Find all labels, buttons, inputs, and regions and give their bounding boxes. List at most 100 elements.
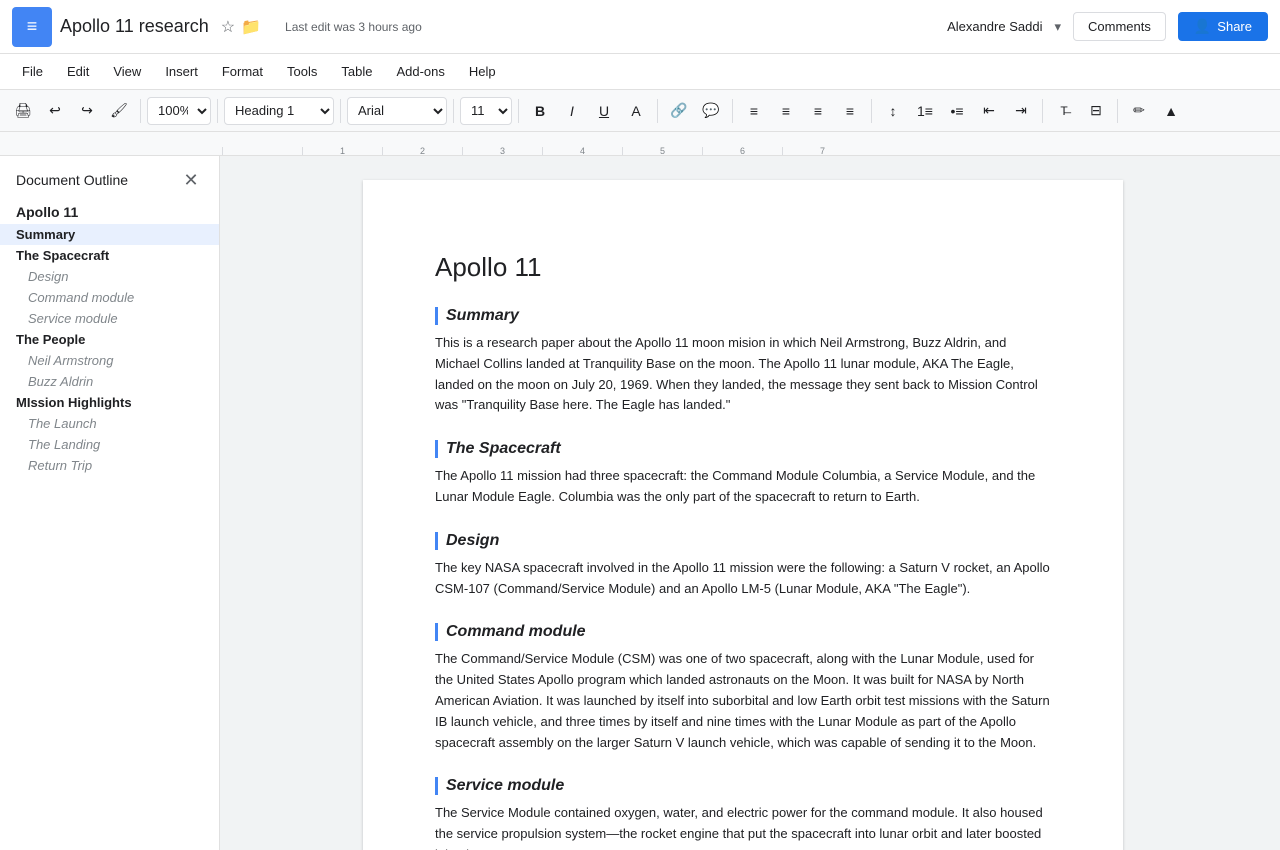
document-page[interactable]: Apollo 11 Summary This is a research pap…: [363, 180, 1123, 850]
outline-item-neil-armstrong[interactable]: Neil Armstrong: [0, 350, 219, 371]
separator-4: [453, 99, 454, 123]
zoom-select[interactable]: 100%75%125%150%: [147, 97, 211, 125]
ruler-mark-0: [222, 147, 302, 155]
vertical-scrollbar[interactable]: [1266, 156, 1280, 850]
decrease-indent-button[interactable]: ⇤: [974, 96, 1004, 126]
outline-item-buzz-aldrin[interactable]: Buzz Aldrin: [0, 371, 219, 392]
last-edit-text: Last edit was 3 hours ago: [285, 20, 422, 34]
align-center-button[interactable]: ≡: [771, 96, 801, 126]
outline-item-service-module[interactable]: Service module: [0, 308, 219, 329]
menu-view[interactable]: View: [103, 60, 151, 83]
font-size-select[interactable]: 118101214: [460, 97, 512, 125]
italic-button[interactable]: I: [557, 96, 587, 126]
edit-mode-button[interactable]: ✏: [1124, 96, 1154, 126]
separator-8: [871, 99, 872, 123]
ruler-mark-3: 3: [462, 147, 542, 155]
section-heading-service-module: Service module: [435, 777, 1051, 795]
menu-addons[interactable]: Add-ons: [386, 60, 454, 83]
section-body-design: The key NASA spacecraft involved in the …: [435, 558, 1051, 600]
sidebar-title: Document Outline: [16, 172, 128, 188]
underline-button[interactable]: U: [589, 96, 619, 126]
title-icons: ☆ 📁: [221, 17, 261, 37]
menu-insert[interactable]: Insert: [155, 60, 208, 83]
separator-5: [518, 99, 519, 123]
close-sidebar-button[interactable]: ✕: [179, 168, 203, 192]
align-left-button[interactable]: ≡: [739, 96, 769, 126]
outline-item-summary[interactable]: Summary: [0, 224, 219, 245]
clear-format-button[interactable]: T̶: [1049, 96, 1079, 126]
document-outline-sidebar: Document Outline ✕ Apollo 11 Summary The…: [0, 156, 220, 850]
top-right-actions: Alexandre Saddi ▾ Comments 👤 Share: [947, 12, 1268, 41]
toolbar: 🖨 ↩ ↪ 🖌 100%75%125%150% Heading 1Heading…: [0, 90, 1280, 132]
share-button[interactable]: 👤 Share: [1178, 12, 1268, 41]
folder-icon[interactable]: 📁: [241, 17, 261, 37]
menu-format[interactable]: Format: [212, 60, 273, 83]
ruler-mark-2: 2: [382, 147, 462, 155]
font-select[interactable]: ArialTimes New RomanCourier New: [347, 97, 447, 125]
ruler-mark-4: 4: [542, 147, 622, 155]
text-color-button[interactable]: A: [621, 96, 651, 126]
separator-3: [340, 99, 341, 123]
outline-item-landing[interactable]: The Landing: [0, 434, 219, 455]
share-icon: 👤: [1194, 18, 1211, 35]
ruler-mark-5: 5: [622, 147, 702, 155]
outline-item-people[interactable]: The People: [0, 329, 219, 350]
separator-2: [217, 99, 218, 123]
section-body-summary: This is a research paper about the Apoll…: [435, 333, 1051, 416]
columns-button[interactable]: ⊟: [1081, 96, 1111, 126]
comment-button[interactable]: 💬: [696, 96, 726, 126]
menu-table[interactable]: Table: [331, 60, 382, 83]
comments-button[interactable]: Comments: [1073, 12, 1166, 41]
menu-help[interactable]: Help: [459, 60, 506, 83]
sidebar-header: Document Outline ✕: [0, 156, 219, 200]
user-dropdown-icon[interactable]: ▾: [1054, 19, 1061, 35]
increase-indent-button[interactable]: ⇥: [1006, 96, 1036, 126]
separator-9: [1042, 99, 1043, 123]
section-body-command-module: The Command/Service Module (CSM) was one…: [435, 649, 1051, 753]
align-right-button[interactable]: ≡: [803, 96, 833, 126]
section-heading-design: Design: [435, 532, 1051, 550]
heading-style-select[interactable]: Heading 1Heading 2Heading 3Normal text: [224, 97, 334, 125]
ruler: 1 2 3 4 5 6 7: [0, 132, 1280, 156]
separator-6: [657, 99, 658, 123]
bulleted-list-button[interactable]: •≡: [942, 96, 972, 126]
outline-item-apollo11[interactable]: Apollo 11: [0, 200, 219, 224]
menu-file[interactable]: File: [12, 60, 53, 83]
justify-button[interactable]: ≡: [835, 96, 865, 126]
ruler-mark-6: 6: [702, 147, 782, 155]
outline-item-command-module[interactable]: Command module: [0, 287, 219, 308]
section-heading-spacecraft: The Spacecraft: [435, 440, 1051, 458]
app-icon: ≡: [12, 7, 52, 47]
outline-item-spacecraft[interactable]: The Spacecraft: [0, 245, 219, 266]
doc-title[interactable]: Apollo 11 research: [60, 16, 209, 37]
outline-item-design[interactable]: Design: [0, 266, 219, 287]
main-content: Document Outline ✕ Apollo 11 Summary The…: [0, 156, 1280, 850]
section-heading-summary: Summary: [435, 307, 1051, 325]
separator-7: [732, 99, 733, 123]
link-button[interactable]: 🔗: [664, 96, 694, 126]
undo-button[interactable]: ↩: [40, 96, 70, 126]
menu-tools[interactable]: Tools: [277, 60, 327, 83]
outline-item-mission-highlights[interactable]: MIssion Highlights: [0, 392, 219, 413]
paint-format-button[interactable]: 🖌: [104, 96, 134, 126]
redo-button[interactable]: ↪: [72, 96, 102, 126]
ruler-mark-1: 1: [302, 147, 382, 155]
menu-bar: File Edit View Insert Format Tools Table…: [0, 54, 1280, 90]
document-main-title: Apollo 11: [435, 252, 1051, 283]
document-area[interactable]: Apollo 11 Summary This is a research pap…: [220, 156, 1266, 850]
ruler-mark-7: 7: [782, 147, 862, 155]
numbered-list-button[interactable]: 1≡: [910, 96, 940, 126]
print-button[interactable]: 🖨: [8, 96, 38, 126]
collapse-toolbar-button[interactable]: ▲: [1156, 96, 1186, 126]
section-body-service-module: The Service Module contained oxygen, wat…: [435, 803, 1051, 850]
bold-button[interactable]: B: [525, 96, 555, 126]
user-name: Alexandre Saddi: [947, 19, 1042, 34]
line-spacing-button[interactable]: ↕: [878, 96, 908, 126]
separator-10: [1117, 99, 1118, 123]
star-icon[interactable]: ☆: [221, 17, 235, 37]
section-heading-command-module: Command module: [435, 623, 1051, 641]
outline-item-launch[interactable]: The Launch: [0, 413, 219, 434]
menu-edit[interactable]: Edit: [57, 60, 99, 83]
outline-item-return-trip[interactable]: Return Trip: [0, 455, 219, 476]
top-bar: ≡ Apollo 11 research ☆ 📁 Last edit was 3…: [0, 0, 1280, 54]
